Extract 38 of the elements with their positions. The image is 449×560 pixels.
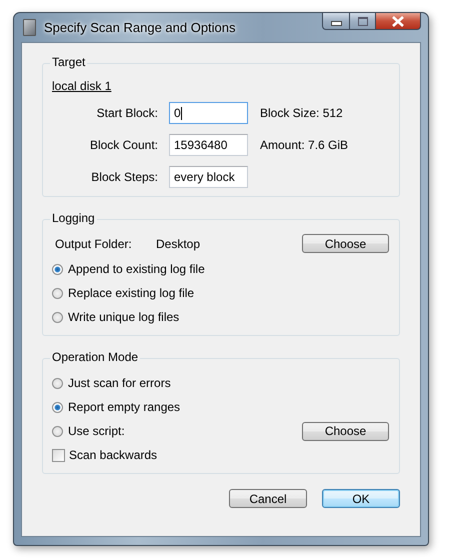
minimize-button[interactable] xyxy=(322,12,349,30)
ok-button[interactable]: OK xyxy=(322,489,400,508)
radio-button[interactable] xyxy=(52,264,63,274)
window-title: Specify Scan Range and Options xyxy=(44,20,237,35)
group-label: Operation Mode xyxy=(50,350,140,364)
radio-button[interactable] xyxy=(52,312,63,322)
disk-link[interactable]: local disk 1 xyxy=(52,79,112,93)
info-label: Amount: 7.6 GiB xyxy=(260,138,348,152)
input-field[interactable]: 0 xyxy=(169,102,248,124)
app-icon xyxy=(23,19,36,36)
input-field[interactable]: 15936480 xyxy=(169,134,248,156)
maximize-button[interactable] xyxy=(349,12,375,30)
option-label: Write unique log files xyxy=(68,310,180,324)
group-label: Logging xyxy=(50,211,97,225)
info-label: Block Size: 512 xyxy=(260,106,343,120)
option-label: Replace existing log file xyxy=(68,286,194,300)
radio-button[interactable] xyxy=(52,426,63,436)
group-label: Target xyxy=(50,55,88,69)
field-label: Start Block: xyxy=(96,106,158,120)
field-label: Output Folder: xyxy=(55,236,133,250)
radio-button[interactable] xyxy=(52,288,63,298)
input-field[interactable]: every block xyxy=(169,166,248,188)
option-label: Report empty ranges xyxy=(68,400,180,414)
checkbox[interactable] xyxy=(52,448,65,462)
option-label: Scan backwards xyxy=(69,448,158,462)
close-button[interactable] xyxy=(375,12,421,30)
radio-button[interactable] xyxy=(52,402,63,412)
choose-button[interactable]: Choose xyxy=(302,234,389,253)
choose-button[interactable]: Choose xyxy=(302,422,389,440)
cancel-button[interactable]: Cancel xyxy=(229,489,307,508)
option-label: Just scan for errors xyxy=(68,376,171,390)
radio-button[interactable] xyxy=(52,378,63,388)
folder-value: Desktop xyxy=(156,236,202,250)
option-label: Append to existing log file xyxy=(68,262,205,276)
field-label: Block Steps: xyxy=(90,170,158,184)
option-label: Use script: xyxy=(68,424,125,438)
field-label: Block Count: xyxy=(88,138,158,152)
close-icon xyxy=(391,16,405,26)
